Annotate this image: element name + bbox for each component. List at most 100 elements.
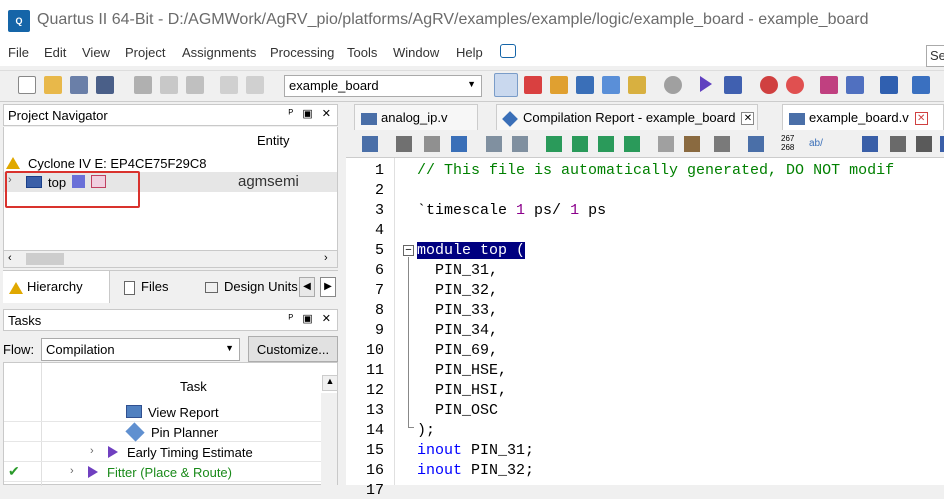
synthesis-icon[interactable] xyxy=(628,76,646,94)
uncomment-icon[interactable] xyxy=(714,136,730,152)
redo-icon[interactable] xyxy=(246,76,264,94)
fold-end xyxy=(408,427,414,428)
insert-template-icon[interactable] xyxy=(362,136,378,152)
menu-search-input[interactable]: Se xyxy=(926,45,944,67)
menu-project[interactable]: Project xyxy=(125,45,165,60)
expand-chevron-icon[interactable]: › xyxy=(70,465,74,477)
run-task-icon[interactable] xyxy=(88,466,98,478)
clear-bookmarks-icon[interactable] xyxy=(624,136,640,152)
cut-icon[interactable] xyxy=(134,76,152,94)
report-icon xyxy=(502,110,518,127)
horizontal-scrollbar[interactable]: ‹ › xyxy=(3,250,338,268)
task-row[interactable]: Pin Planner xyxy=(4,422,321,442)
close-icon[interactable]: ✕ xyxy=(741,112,755,126)
new-file-icon[interactable] xyxy=(18,76,36,94)
fold-collapse-icon[interactable]: − xyxy=(403,245,414,256)
task-row[interactable]: › Early Timing Estimate xyxy=(4,442,321,462)
tabs-scroll-right[interactable]: ▶ xyxy=(320,277,336,297)
panel-icon[interactable] xyxy=(940,136,944,152)
stop-icon[interactable] xyxy=(664,76,682,94)
document-icon[interactable] xyxy=(916,136,932,152)
compile-design-icon[interactable] xyxy=(576,76,594,94)
menu-window[interactable]: Window xyxy=(393,45,439,60)
vertical-scrollbar[interactable] xyxy=(321,393,337,486)
timer-icon[interactable] xyxy=(786,76,804,94)
menu-edit[interactable]: Edit xyxy=(44,45,66,60)
assembler-icon[interactable] xyxy=(912,76,930,94)
scroll-up-icon[interactable]: ▲ xyxy=(322,375,338,391)
feedback-icon[interactable] xyxy=(500,44,516,58)
warning-icon xyxy=(6,157,20,169)
menu-help[interactable]: Help xyxy=(456,45,483,60)
comment-icon[interactable] xyxy=(684,136,700,152)
code-line: PIN_HSE, xyxy=(417,362,508,379)
task-row[interactable]: ✔ › Fitter (Place & Route) xyxy=(4,462,321,482)
save-icon[interactable] xyxy=(70,76,88,94)
rtl-viewer-icon[interactable] xyxy=(820,76,838,94)
start-analysis-icon[interactable] xyxy=(724,76,742,94)
word-wrap-toggle[interactable]: ab/ xyxy=(809,138,823,149)
timequest-icon[interactable] xyxy=(760,76,778,94)
netlist-icon[interactable] xyxy=(846,76,864,94)
list-icon[interactable] xyxy=(890,136,906,152)
menu-assignments[interactable]: Assignments xyxy=(182,45,256,60)
menu-view[interactable]: View xyxy=(82,45,110,60)
pin-planner-icon xyxy=(125,422,145,442)
expand-chevron-icon[interactable]: › xyxy=(90,445,94,457)
scroll-thumb[interactable] xyxy=(26,253,64,265)
line-number-toggle[interactable]: 267 268 xyxy=(781,134,794,152)
task-label: Early Timing Estimate xyxy=(127,445,253,460)
run-task-icon[interactable] xyxy=(108,446,118,458)
code-line-inout: inout PIN_31; xyxy=(417,442,535,459)
bookmark-icon[interactable] xyxy=(546,136,562,152)
analysis-icon[interactable] xyxy=(602,76,620,94)
pane-splitter[interactable] xyxy=(339,102,345,485)
verilog-file-icon xyxy=(789,112,805,125)
device-name[interactable]: Cyclone IV E: EP4CE75F29C8 xyxy=(28,156,206,171)
start-compilation-icon[interactable] xyxy=(700,76,712,92)
tab-design-units[interactable]: Design Units xyxy=(199,271,304,303)
undo-icon[interactable] xyxy=(220,76,238,94)
tab-compilation-report[interactable]: Compilation Report - example_board ✕ xyxy=(496,104,758,130)
report-icon xyxy=(126,405,142,418)
tab-analog-ip[interactable]: analog_ip.v xyxy=(354,104,478,130)
tab-files-label: Files xyxy=(141,279,169,294)
copy-icon[interactable] xyxy=(160,76,178,94)
customize-button[interactable]: Customize... xyxy=(248,336,338,362)
tabs-scroll-left[interactable]: ◀ xyxy=(299,277,315,297)
attach-icon[interactable] xyxy=(658,136,674,152)
menu-file[interactable]: File xyxy=(8,45,29,60)
revision-select[interactable]: example_board ▼ xyxy=(284,75,482,97)
flow-select[interactable]: Compilation ▼ xyxy=(41,338,240,361)
wizard-icon[interactable] xyxy=(550,76,568,94)
scroll-right-icon[interactable]: › xyxy=(324,252,328,264)
save-all-icon[interactable] xyxy=(96,76,114,94)
prev-bookmark-icon[interactable] xyxy=(598,136,614,152)
tab-files[interactable]: Files xyxy=(118,271,174,303)
chip-planner-icon[interactable] xyxy=(494,73,518,97)
menu-tools[interactable]: Tools xyxy=(347,45,377,60)
unindent-icon[interactable] xyxy=(512,136,528,152)
tab-example-board[interactable]: example_board.v ✕ xyxy=(782,104,944,130)
paste-icon[interactable] xyxy=(186,76,204,94)
scroll-left-icon[interactable]: ‹ xyxy=(8,252,12,264)
goto-line-icon[interactable] xyxy=(451,136,467,152)
task-label: Pin Planner xyxy=(151,425,219,440)
chevron-down-icon: ▼ xyxy=(467,79,476,89)
find-replace-icon[interactable] xyxy=(424,136,440,152)
file-compare-icon[interactable] xyxy=(748,136,764,152)
task-row[interactable]: View Report xyxy=(4,402,321,422)
tab-hierarchy[interactable]: Hierarchy xyxy=(3,271,110,303)
indent-icon[interactable] xyxy=(486,136,502,152)
next-bookmark-icon[interactable] xyxy=(572,136,588,152)
pane-controls[interactable]: ᴾ ▣ ✕ xyxy=(289,312,334,325)
arrow-right-icon[interactable] xyxy=(862,136,878,152)
programmer-icon[interactable] xyxy=(880,76,898,94)
menu-processing[interactable]: Processing xyxy=(270,45,334,60)
pin-planner-icon[interactable] xyxy=(524,76,542,94)
entity-owner: agmsemi xyxy=(238,173,299,190)
pane-controls[interactable]: ᴾ ▣ ✕ xyxy=(289,107,334,120)
open-folder-icon[interactable] xyxy=(44,76,62,94)
find-icon[interactable] xyxy=(396,136,412,152)
close-icon[interactable]: ✕ xyxy=(914,112,928,126)
